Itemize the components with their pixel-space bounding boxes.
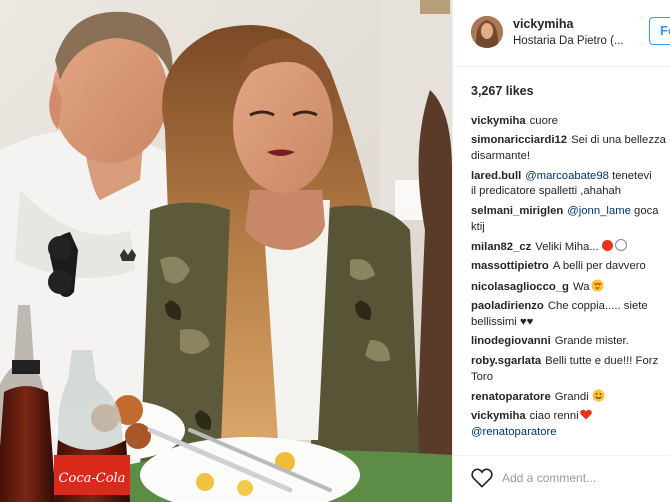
comment: paoladirienzo Che coppia..... siete bellis… — [471, 299, 670, 331]
comment-text: tenetevi — [612, 169, 652, 182]
comment-username[interactable]: linodegiovanni — [471, 335, 551, 347]
comment-text: A belli per davvero — [552, 260, 646, 273]
comment-text: Veliki Miha... — [535, 240, 599, 253]
red-circle-icon — [601, 239, 613, 251]
comment-text: cuore — [529, 115, 558, 127]
comment-text: goca — [634, 204, 659, 217]
comment-text-continued: bellissimi ♥♥ — [471, 315, 534, 328]
comment-username[interactable]: paoladirienzo — [471, 300, 544, 312]
comment-text: Belli tutte e due!!! Forz — [545, 354, 659, 367]
comment: selmani_miriglen @jonn_lame goca ktij — [471, 204, 670, 236]
comment-username[interactable]: selmani_miriglen — [471, 205, 563, 217]
smiling-emoji-icon — [592, 389, 605, 402]
comment-username[interactable]: lared.bull — [471, 170, 521, 182]
photo-illustration: Coca-Cola — [0, 0, 452, 502]
post-footer: Add a comment... — [453, 455, 670, 502]
follow-button[interactable]: Fo — [649, 17, 670, 45]
comment: vickymiha cuore — [471, 114, 670, 130]
comment-text-continued: ktij — [471, 220, 485, 233]
post-photo[interactable]: Coca-Cola — [0, 0, 452, 502]
heart-eyes-emoji-icon — [591, 279, 604, 292]
comment: lared.bull @marcoabate98 tenetevi il predi… — [471, 169, 670, 201]
comment: vickymiha ciao renni @renatoparatore — [471, 409, 670, 441]
comment-text: Grande mister. — [554, 335, 629, 348]
likes-count[interactable]: 3,267 likes — [471, 84, 534, 98]
instagram-post: Coca-Cola vickymiha Hostaria Da Pietro (… — [0, 0, 670, 502]
comment-text: ciao renni — [529, 410, 579, 423]
comment-mention[interactable]: @marcoabate98 — [525, 170, 609, 182]
comment-username[interactable]: simonaricciardi12 — [471, 134, 567, 146]
username[interactable]: vickymiha — [513, 17, 573, 31]
comment: nicolasagliocco_g Wa — [471, 279, 670, 296]
post-header: vickymiha Hostaria Da Pietro (... Fo — [453, 0, 670, 67]
comment-text-continued: il predicatore spalletti ,ahahah — [471, 185, 622, 198]
comment-username[interactable]: renatoparatore — [471, 391, 551, 403]
comment-text-continued: disarmante! — [471, 150, 531, 163]
comment-text: Che coppia..... siete — [547, 300, 648, 313]
comment: milan82_cz Veliki Miha... — [471, 238, 670, 256]
coca-cola-label: Coca-Cola — [59, 471, 126, 486]
comment-username[interactable]: vickymiha — [471, 410, 526, 422]
comment: simonaricciardi12 Sei di una bellezza disa… — [471, 133, 670, 165]
avatar[interactable] — [471, 16, 503, 48]
comment-username[interactable]: roby.sgarlata — [471, 355, 541, 367]
white-circle-icon — [614, 238, 627, 251]
comment-text-continued: Toro — [471, 370, 493, 383]
comment-mention[interactable]: @jonn_lame — [567, 205, 631, 217]
comment-username[interactable]: vickymiha — [471, 115, 526, 127]
comment-mention[interactable]: @renatoparatore — [471, 426, 557, 438]
comment-text: Sei di una bellezza — [571, 134, 666, 147]
comment-username[interactable]: massottipietro — [471, 260, 549, 272]
comment-username[interactable]: milan82_cz — [471, 241, 531, 253]
location[interactable]: Hostaria Da Pietro (... — [513, 35, 624, 47]
comment-username[interactable]: nicolasagliocco_g — [471, 281, 569, 293]
comments-list: vickymiha cuore simonaricciardi12 Sei di u… — [471, 114, 670, 452]
comment-text: Wa — [572, 280, 590, 293]
comment: massottipietro A belli per davvero — [471, 259, 670, 275]
add-comment-input[interactable]: Add a comment... — [502, 471, 596, 485]
comment: linodegiovanni Grande mister. — [471, 334, 670, 350]
post-sidebar: vickymiha Hostaria Da Pietro (... Fo 3,2… — [452, 0, 670, 502]
comment-text: Grandi — [554, 390, 589, 403]
comment: renatoparatore Grandi — [471, 389, 670, 406]
comment: roby.sgarlata Belli tutte e due!!! Forz To… — [471, 354, 670, 386]
red-heart-emoji-icon — [579, 409, 592, 420]
heart-icon[interactable] — [471, 468, 493, 488]
